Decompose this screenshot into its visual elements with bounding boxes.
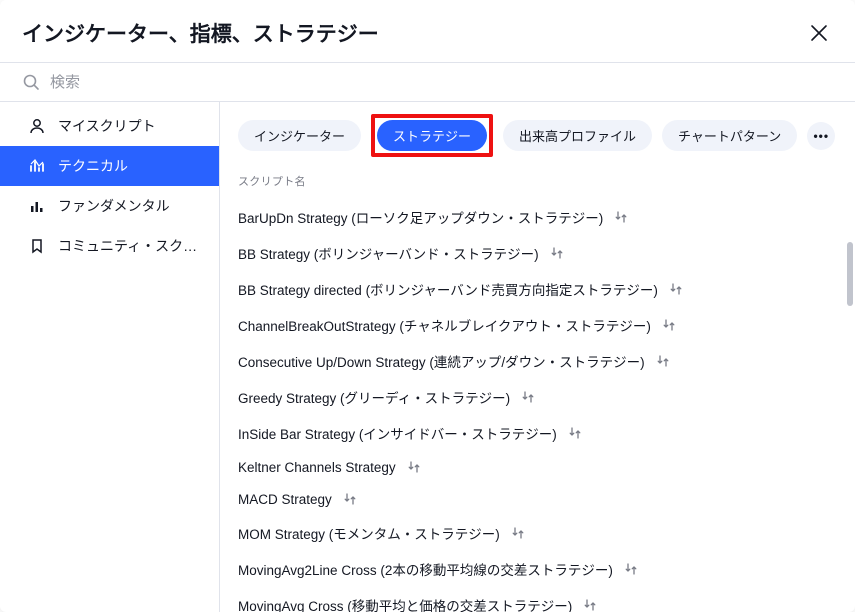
arrows-icon xyxy=(655,353,671,369)
list-item[interactable]: InSide Bar Strategy (インサイドバー・ストラテジー) xyxy=(238,415,837,451)
list-item-label: MovingAvg Cross (移動平均と価格の交差ストラテジー) xyxy=(238,595,572,612)
list-item-label: Consecutive Up/Down Strategy (連続アップ/ダウン・… xyxy=(238,351,645,371)
script-list[interactable]: BarUpDn Strategy (ローソク足アップダウン・ストラテジー) BB … xyxy=(220,199,855,612)
arrows-icon xyxy=(342,491,358,507)
search-row xyxy=(0,63,855,102)
sidebar-item-label: コミュニティ・スク… xyxy=(58,236,197,256)
list-item-label: BB Strategy directed (ボリンジャーバンド売買方向指定ストラ… xyxy=(238,279,658,299)
highlight-box: ストラテジー xyxy=(371,114,493,157)
modal-header: インジケーター、指標、ストラテジー xyxy=(0,0,855,63)
filter-chips: インジケーターストラテジー出来高プロファイルチャートパターン ••• xyxy=(220,102,855,167)
sidebar-item-3[interactable]: コミュニティ・スク… xyxy=(0,226,219,266)
list-item[interactable]: BB Strategy directed (ボリンジャーバンド売買方向指定ストラ… xyxy=(238,271,837,307)
list-item[interactable]: BarUpDn Strategy (ローソク足アップダウン・ストラテジー) xyxy=(238,199,837,235)
arrows-icon xyxy=(510,525,526,541)
more-button[interactable]: ••• xyxy=(807,122,835,150)
arrows-icon xyxy=(582,597,598,612)
list-item-label: Keltner Channels Strategy xyxy=(238,460,396,475)
arrows-icon xyxy=(623,561,639,577)
close-icon xyxy=(810,24,828,42)
bookmark-icon xyxy=(28,237,46,255)
main-panel: インジケーターストラテジー出来高プロファイルチャートパターン ••• スクリプト名… xyxy=(220,102,855,612)
sidebar-item-1[interactable]: テクニカル xyxy=(0,146,219,186)
arrows-icon xyxy=(406,459,422,475)
modal-title: インジケーター、指標、ストラテジー xyxy=(22,18,379,48)
list-item-label: MovingAvg2Line Cross (2本の移動平均線の交差ストラテジー) xyxy=(238,559,613,579)
list-item[interactable]: MovingAvg Cross (移動平均と価格の交差ストラテジー) xyxy=(238,587,837,612)
filter-chip-2[interactable]: 出来高プロファイル xyxy=(503,120,652,151)
filter-chip-0[interactable]: インジケーター xyxy=(238,120,361,151)
list-item-label: InSide Bar Strategy (インサイドバー・ストラテジー) xyxy=(238,423,557,443)
modal-body: マイスクリプトテクニカルファンダメンタルコミュニティ・スク… インジケータースト… xyxy=(0,102,855,612)
chart-icon xyxy=(28,197,46,215)
list-item[interactable]: BB Strategy (ボリンジャーバンド・ストラテジー) xyxy=(238,235,837,271)
bars-icon xyxy=(28,157,46,175)
sidebar-item-label: テクニカル xyxy=(58,156,128,176)
search-icon xyxy=(22,73,40,91)
indicators-modal: インジケーター、指標、ストラテジー マイスクリプトテクニカルファンダメンタルコミ… xyxy=(0,0,855,612)
arrows-icon xyxy=(520,389,536,405)
list-item-label: BB Strategy (ボリンジャーバンド・ストラテジー) xyxy=(238,243,539,263)
list-item[interactable]: MOM Strategy (モメンタム・ストラテジー) xyxy=(238,515,837,551)
list-item-label: ChannelBreakOutStrategy (チャネルブレイクアウト・ストラ… xyxy=(238,315,651,335)
arrows-icon xyxy=(668,281,684,297)
list-item-label: BarUpDn Strategy (ローソク足アップダウン・ストラテジー) xyxy=(238,207,603,227)
filter-chip-3[interactable]: チャートパターン xyxy=(662,120,797,151)
list-item-label: Greedy Strategy (グリーディ・ストラテジー) xyxy=(238,387,510,407)
list-item[interactable]: Greedy Strategy (グリーディ・ストラテジー) xyxy=(238,379,837,415)
arrows-icon xyxy=(549,245,565,261)
arrows-icon xyxy=(661,317,677,333)
sidebar: マイスクリプトテクニカルファンダメンタルコミュニティ・スク… xyxy=(0,102,220,612)
list-item-label: MOM Strategy (モメンタム・ストラテジー) xyxy=(238,523,500,543)
scrollbar-thumb[interactable] xyxy=(847,242,853,306)
person-icon xyxy=(28,117,46,135)
list-item-label: MACD Strategy xyxy=(238,492,332,507)
list-column-header: スクリプト名 xyxy=(220,167,855,199)
arrows-icon xyxy=(567,425,583,441)
list-item[interactable]: MACD Strategy xyxy=(238,483,837,515)
search-input[interactable] xyxy=(50,74,833,91)
sidebar-item-label: ファンダメンタル xyxy=(58,196,170,216)
list-item[interactable]: Consecutive Up/Down Strategy (連続アップ/ダウン・… xyxy=(238,343,837,379)
sidebar-item-2[interactable]: ファンダメンタル xyxy=(0,186,219,226)
list-item[interactable]: MovingAvg2Line Cross (2本の移動平均線の交差ストラテジー) xyxy=(238,551,837,587)
sidebar-item-label: マイスクリプト xyxy=(58,116,156,136)
close-button[interactable] xyxy=(805,19,833,47)
filter-chip-1[interactable]: ストラテジー xyxy=(377,120,487,151)
arrows-icon xyxy=(613,209,629,225)
sidebar-item-0[interactable]: マイスクリプト xyxy=(0,106,219,146)
list-item[interactable]: Keltner Channels Strategy xyxy=(238,451,837,483)
list-item[interactable]: ChannelBreakOutStrategy (チャネルブレイクアウト・ストラ… xyxy=(238,307,837,343)
